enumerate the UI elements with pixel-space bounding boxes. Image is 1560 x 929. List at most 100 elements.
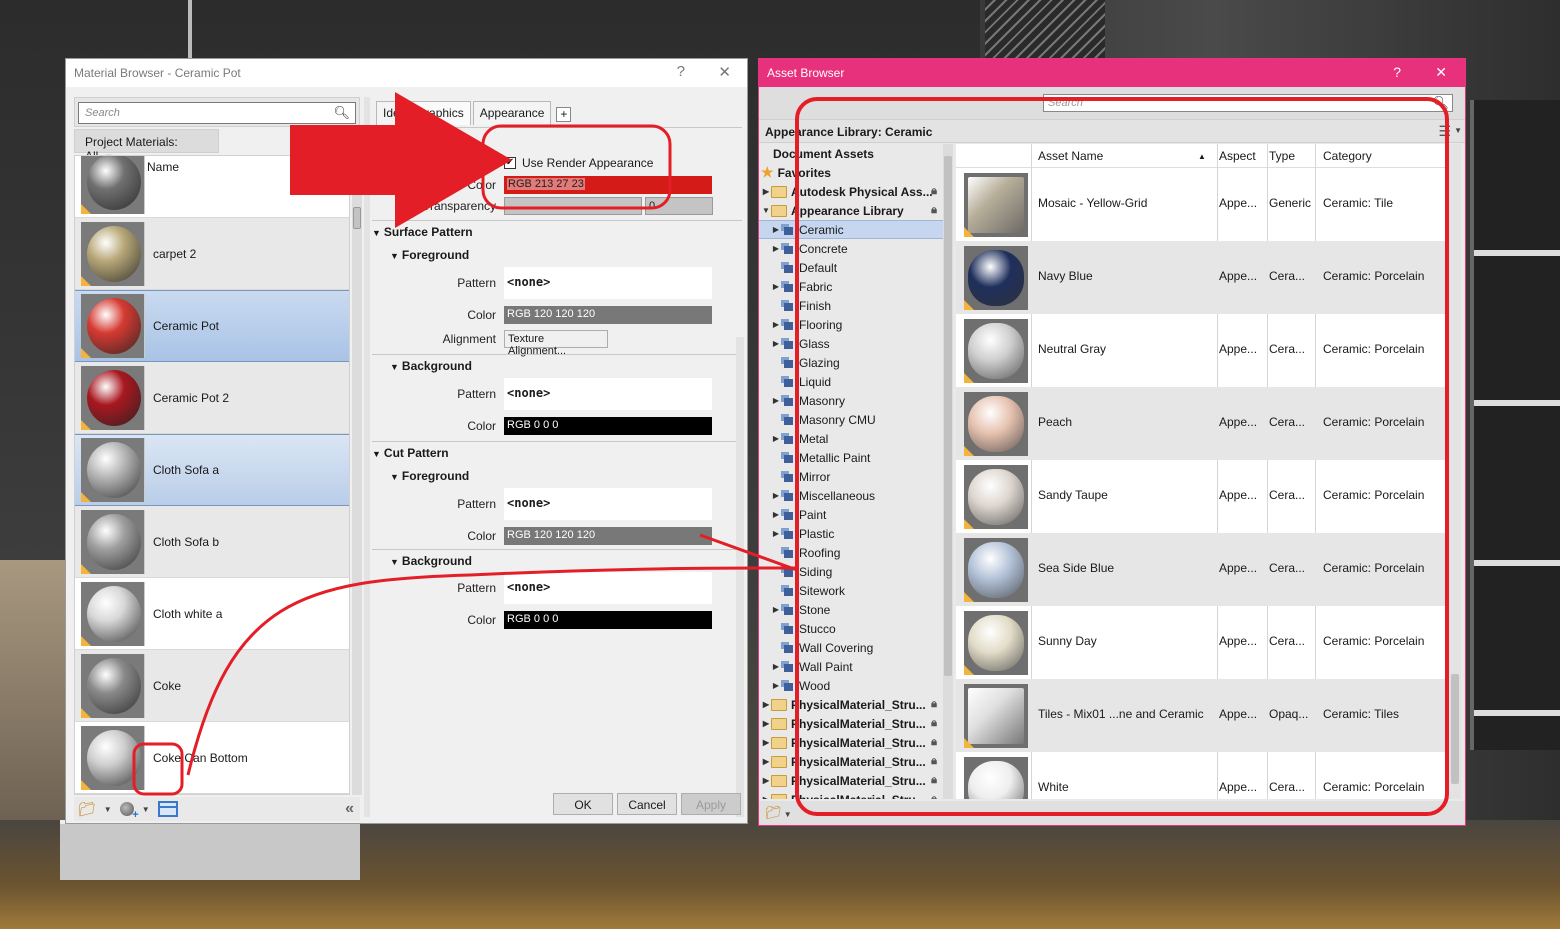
- tree-item-category[interactable]: Stucco: [759, 619, 943, 638]
- tree-item-category[interactable]: ▶ Concrete: [759, 239, 943, 258]
- tree-item-category[interactable]: Liquid: [759, 372, 943, 391]
- expand-icon[interactable]: ▶: [771, 282, 781, 291]
- tree-item-category[interactable]: Siding: [759, 562, 943, 581]
- tab-appearance[interactable]: Appearance: [472, 101, 552, 125]
- tree-item-library[interactable]: ▶ PhysicalMaterial_Stru... 🔒︎: [759, 790, 943, 799]
- material-search-input[interactable]: Search 🔍︎: [78, 102, 356, 124]
- open-library-icon[interactable]: 📁︎: [765, 805, 782, 820]
- editor-scrollbar[interactable]: [736, 337, 744, 817]
- expand-icon[interactable]: ▶: [771, 339, 781, 348]
- expand-icon[interactable]: ▶: [761, 700, 771, 709]
- asset-row[interactable]: Sea Side Blue Appe... Cera... Ceramic: Porc…: [956, 533, 1446, 606]
- cut-background-pattern-field[interactable]: <none>: [504, 572, 712, 604]
- column-header-aspect[interactable]: Aspect: [1219, 149, 1256, 163]
- expand-icon[interactable]: ▶: [771, 529, 781, 538]
- tree-item-category[interactable]: ▶ Wall Paint: [759, 657, 943, 676]
- tree-item-library[interactable]: Document Assets: [759, 144, 943, 163]
- column-header-type[interactable]: Type: [1269, 149, 1295, 163]
- expand-icon[interactable]: ▶: [771, 491, 781, 500]
- asset-row[interactable]: White Appe... Cera... Ceramic: Porcelain: [956, 752, 1446, 799]
- surface-foreground-color-field[interactable]: RGB 120 120 120: [504, 306, 712, 324]
- asset-grid-scrollbar[interactable]: [1449, 144, 1461, 799]
- expand-icon[interactable]: ▶: [771, 396, 781, 405]
- add-tab-button[interactable]: +: [556, 107, 572, 122]
- chevron-down-icon[interactable]: ▼: [1454, 126, 1462, 135]
- cut-foreground-pattern-field[interactable]: <none>: [504, 488, 712, 520]
- tree-item-category[interactable]: Sitework: [759, 581, 943, 600]
- help-button[interactable]: ?: [677, 63, 685, 80]
- material-list-item[interactable]: Coke: [75, 650, 349, 722]
- asset-row[interactable]: Peach Appe... Cera... Ceramic: Porcelain: [956, 387, 1446, 460]
- search-icon[interactable]: 🔍︎: [333, 105, 350, 121]
- tree-scrollbar[interactable]: [943, 144, 953, 799]
- close-button[interactable]: ✕: [1435, 64, 1447, 81]
- expand-icon[interactable]: ▶: [771, 434, 781, 443]
- tree-item-category[interactable]: ▶ Wood: [759, 676, 943, 695]
- surface-foreground-pattern-field[interactable]: <none>: [504, 267, 712, 299]
- material-list-item[interactable]: carpet 2: [75, 218, 349, 290]
- tree-item-category[interactable]: ▶ Metal: [759, 429, 943, 448]
- transparency-slider[interactable]: [504, 197, 642, 215]
- close-button[interactable]: ✕: [718, 63, 731, 81]
- asset-row[interactable]: Sandy Taupe Appe... Cera... Ceramic: Porcel…: [956, 460, 1446, 533]
- material-list-item[interactable]: Ceramic Pot: [75, 290, 349, 362]
- tree-item-category[interactable]: Mirror: [759, 467, 943, 486]
- expand-icon[interactable]: ▶: [761, 776, 771, 785]
- asset-row[interactable]: Navy Blue Appe... Cera... Ceramic: Porcelai…: [956, 241, 1446, 314]
- tree-item-category[interactable]: Glazing: [759, 353, 943, 372]
- tree-item-category[interactable]: Wall Covering: [759, 638, 943, 657]
- material-list-item[interactable]: [75, 156, 349, 218]
- surface-pattern-section[interactable]: ▼ Surface Pattern: [372, 220, 742, 239]
- expand-icon[interactable]: ▶: [771, 605, 781, 614]
- asset-row[interactable]: Mosaic - Yellow-Grid Appe... Generic Cerami…: [956, 168, 1446, 241]
- expand-icon[interactable]: ▶: [771, 244, 781, 253]
- material-list-item[interactable]: Cloth white a: [75, 578, 349, 650]
- surface-background-color-field[interactable]: RGB 0 0 0: [504, 417, 712, 435]
- asset-search-input[interactable]: Search 🔍︎: [1043, 94, 1453, 112]
- tree-item-library[interactable]: ▶ PhysicalMaterial_Stru... 🔒︎: [759, 733, 943, 752]
- surface-background-pattern-field[interactable]: <none>: [504, 378, 712, 410]
- search-icon[interactable]: 🔍︎: [1432, 95, 1449, 111]
- expand-icon[interactable]: ▶: [771, 225, 781, 234]
- use-render-appearance-checkbox[interactable]: ✔: [504, 157, 516, 169]
- view-options-icon[interactable]: ☰: [1438, 123, 1451, 140]
- cut-background-section[interactable]: ▼ Background: [372, 549, 742, 568]
- asset-row[interactable]: Sunny Day Appe... Cera... Ceramic: Porcelai…: [956, 606, 1446, 679]
- tree-item-category[interactable]: Finish: [759, 296, 943, 315]
- cut-background-color-field[interactable]: RGB 0 0 0: [504, 611, 712, 629]
- tree-item-category[interactable]: ▶ Plastic: [759, 524, 943, 543]
- tree-item-category[interactable]: Metallic Paint: [759, 448, 943, 467]
- ok-button[interactable]: OK: [553, 793, 613, 815]
- cut-pattern-section[interactable]: ▼ Cut Pattern: [372, 441, 742, 460]
- expand-icon[interactable]: ▶: [771, 662, 781, 671]
- expand-icon[interactable]: ▶: [771, 320, 781, 329]
- tab-identity[interactable]: Ide: [376, 101, 407, 125]
- panel-splitter[interactable]: [364, 97, 370, 817]
- surface-background-section[interactable]: ▼ Background: [372, 354, 742, 373]
- tree-item-category[interactable]: ▶ Paint: [759, 505, 943, 524]
- material-list-scrollbar[interactable]: [352, 155, 362, 795]
- tree-item-category[interactable]: Roofing: [759, 543, 943, 562]
- collapse-library-icon[interactable]: «: [345, 800, 354, 818]
- material-list-item[interactable]: Ceramic Pot 2: [75, 362, 349, 434]
- tree-item-library[interactable]: ▶ PhysicalMaterial_Stru... 🔒︎: [759, 695, 943, 714]
- expand-icon[interactable]: ▶: [771, 510, 781, 519]
- tree-item-category[interactable]: Default: [759, 258, 943, 277]
- create-material-icon[interactable]: [119, 802, 139, 821]
- apply-button[interactable]: Apply: [681, 793, 741, 815]
- transparency-value[interactable]: 0: [645, 197, 713, 215]
- column-header-asset-name[interactable]: Asset Name: [1038, 149, 1103, 163]
- texture-alignment-button[interactable]: Texture Alignment...: [504, 330, 608, 357]
- tree-item-library[interactable]: ▶ PhysicalMaterial_Stru... 🔒︎: [759, 771, 943, 790]
- tree-item-library[interactable]: ▶ PhysicalMaterial_Stru... 🔒︎: [759, 714, 943, 733]
- tree-item-library[interactable]: ▶ Autodesk Physical Ass... 🔒︎: [759, 182, 943, 201]
- material-list-item[interactable]: Coke Can Bottom: [75, 722, 349, 794]
- collapse-icon[interactable]: ▼: [761, 206, 771, 215]
- toggle-asset-browser-icon[interactable]: [157, 801, 178, 817]
- cut-foreground-section[interactable]: ▼ Foreground: [372, 465, 742, 483]
- material-list-item[interactable]: Cloth Sofa a: [75, 434, 349, 506]
- cancel-button[interactable]: Cancel: [617, 793, 677, 815]
- expand-icon[interactable]: ▶: [771, 681, 781, 690]
- expand-icon[interactable]: ▶: [761, 738, 771, 747]
- expand-icon[interactable]: ▶: [761, 719, 771, 728]
